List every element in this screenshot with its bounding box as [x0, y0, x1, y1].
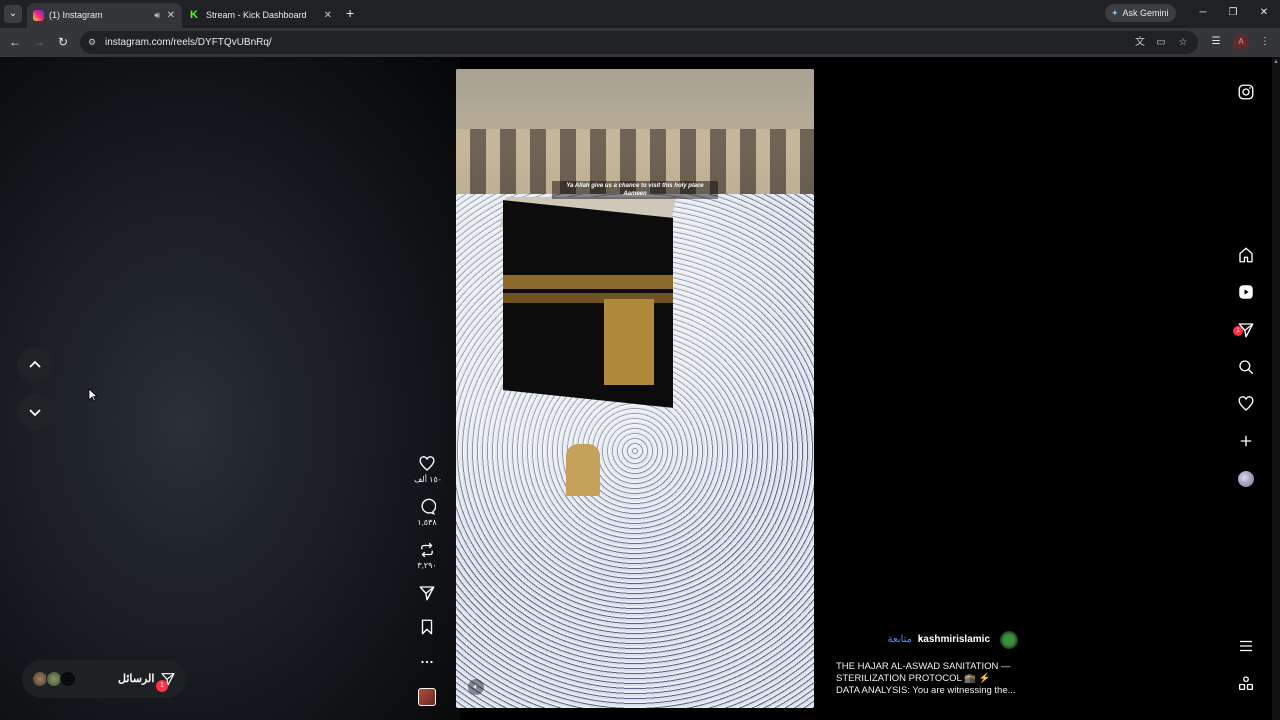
nav-notifications[interactable] [1236, 394, 1256, 414]
close-window-button[interactable]: ✕ [1255, 4, 1273, 22]
ask-gemini-label: Ask Gemini [1122, 8, 1169, 18]
comment-button[interactable]: ١,٥٣٨ [414, 498, 440, 528]
video-overlay-text: Ya Allah give us a chance to visit this … [552, 181, 718, 199]
nav-search[interactable] [1236, 357, 1256, 377]
repost-count: ٣,٢٩٠ [417, 561, 437, 570]
original-audio-thumbnail[interactable] [418, 688, 436, 706]
browser-toolbar: ← → ↻ ⚙ instagram.com/reels/DYFTQvUBnRq/… [0, 28, 1280, 57]
separator-dot: • [918, 634, 922, 645]
nav-profile-avatar[interactable] [1238, 471, 1254, 487]
messages-nav-badge: 1 [1233, 326, 1243, 336]
heart-icon [419, 456, 435, 471]
reel-video[interactable]: Ya Allah give us a chance to visit this … [456, 69, 814, 708]
profile-avatar[interactable]: A [1233, 34, 1249, 50]
caption-line: STERILIZATION PROTOCOL 🕋 ⚡ [836, 673, 991, 684]
close-tab-icon[interactable]: ✕ [167, 3, 175, 28]
comment-bubble-icon [421, 498, 436, 515]
next-reel-button[interactable] [17, 394, 53, 430]
like-button[interactable]: ١٥٠ ألف [414, 455, 443, 485]
comment-count: ١,٥٣٨ [417, 518, 437, 527]
save-button[interactable] [414, 618, 440, 636]
minimize-window-button[interactable]: ─ [1194, 4, 1212, 22]
page-scrollbar[interactable]: ▲ [1272, 57, 1280, 720]
more-options-button[interactable] [414, 653, 440, 671]
new-tab-button[interactable]: + [346, 4, 360, 22]
send-paper-plane-icon [419, 586, 435, 601]
restore-window-button[interactable]: ❐ [1224, 4, 1242, 22]
address-bar[interactable]: ⚙ instagram.com/reels/DYFTQvUBnRq/ 文 ▭ ☆ [80, 31, 1198, 54]
nav-also-from-meta[interactable] [1236, 673, 1256, 693]
author-avatar[interactable] [1000, 631, 1018, 649]
bookmark-icon [421, 619, 433, 635]
caption-line: DATA ANALYSIS: You are witnessing the... [836, 685, 1016, 696]
cast-icon[interactable]: ▭ [1154, 36, 1168, 50]
chevron-down-icon [29, 409, 41, 417]
messages-label: الرسائل [118, 673, 155, 685]
tab-kick-dashboard[interactable]: K Stream - Kick Dashboard ✕ [184, 3, 339, 28]
video-overlay-line1: Ya Allah give us a chance to visit this … [566, 183, 704, 189]
scroll-up-arrow-icon[interactable]: ▲ [1273, 59, 1279, 67]
like-count: ١٥٠ ألف [414, 475, 443, 484]
tab-instagram[interactable]: (1) Instagram 🔊︎ ✕ [27, 3, 182, 28]
plus-icon [1240, 435, 1252, 447]
reel-caption[interactable]: THE HAJAR AL-ASWAD SANITATION — STERILIZ… [836, 661, 1036, 697]
message-contact-avatar [60, 671, 76, 687]
share-button[interactable] [414, 584, 440, 602]
author-username[interactable]: kashmirislamic [918, 631, 990, 649]
nav-reels[interactable] [1236, 282, 1256, 302]
mouse-cursor-icon [88, 388, 98, 402]
hamburger-menu-icon [1240, 640, 1252, 652]
bookmark-star-icon[interactable]: ☆ [1176, 36, 1190, 50]
tab-search-button[interactable]: ⌄ [4, 5, 22, 23]
video-maqam-ibrahim [566, 444, 600, 496]
instagram-logo-icon [1238, 84, 1254, 100]
menu-kebab-icon[interactable]: ⋮ [1257, 34, 1273, 50]
tab-title: (1) Instagram [49, 10, 103, 20]
instagram-favicon-icon [33, 10, 44, 21]
gemini-sparkle-icon: ✦ [1111, 8, 1119, 18]
nav-more-menu[interactable] [1236, 636, 1256, 656]
nav-create[interactable] [1236, 431, 1256, 451]
messages-badge: 1 [156, 680, 168, 692]
tab-title: Stream - Kick Dashboard [206, 10, 307, 20]
chevron-up-icon [29, 360, 41, 368]
site-info-icon[interactable]: ⚙ [88, 36, 100, 48]
previous-reel-button[interactable] [17, 347, 53, 383]
nav-home[interactable] [1236, 245, 1256, 265]
close-tab-icon[interactable]: ✕ [324, 3, 332, 28]
forward-button[interactable]: → [31, 34, 47, 50]
repost-icon [421, 542, 433, 558]
follow-button[interactable]: متابعة [888, 631, 912, 649]
home-icon [1239, 247, 1253, 263]
speaker-icon[interactable]: 🔊︎ [154, 3, 160, 28]
reels-icon [1239, 285, 1253, 299]
search-icon [1239, 360, 1254, 375]
messages-pill[interactable]: الرسائل 1 [22, 660, 186, 698]
url-text[interactable]: instagram.com/reels/DYFTQvUBnRq/ [105, 31, 272, 54]
apps-grid-icon [1238, 676, 1254, 691]
ask-gemini-button[interactable]: ✦ Ask Gemini [1105, 4, 1176, 22]
video-overlay-line2: Aameen [623, 191, 647, 197]
caption-line: THE HAJAR AL-ASWAD SANITATION — [836, 661, 1011, 672]
back-button[interactable]: ← [7, 34, 23, 50]
instagram-reels-page: ▲ Ya Allah give us a chance to visit thi… [0, 57, 1280, 720]
video-kaaba-band [503, 275, 673, 289]
repost-button[interactable]: ٣,٢٩٠ [414, 541, 440, 571]
audio-toggle-icon[interactable]: 🔈︎ [468, 679, 484, 695]
translate-icon[interactable]: 文 [1133, 36, 1147, 50]
kick-favicon-icon: K [190, 9, 198, 21]
instagram-logo-button[interactable] [1236, 82, 1256, 102]
reel-author-row: kashmirislamic • متابعة [836, 631, 1026, 649]
reload-button[interactable]: ↻ [55, 34, 71, 50]
browser-tab-strip: ⌄ (1) Instagram 🔊︎ ✕ K Stream - Kick Das… [0, 0, 1280, 28]
nav-messages[interactable]: 1 [1233, 320, 1256, 340]
reading-list-icon[interactable]: ☰ [1208, 34, 1224, 50]
more-dots-icon [421, 660, 433, 664]
video-kaaba-door [604, 299, 654, 385]
heart-icon [1238, 396, 1254, 411]
blurred-background [0, 57, 460, 720]
